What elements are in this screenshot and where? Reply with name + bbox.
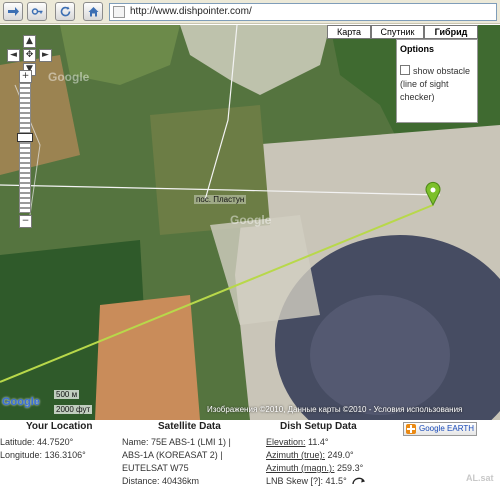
azimuth-magn-value: 259.3°	[337, 463, 364, 473]
pan-right-button[interactable]: ►	[39, 49, 52, 62]
browser-toolbar: http://www.dishpointer.com/	[0, 0, 500, 24]
pan-left-button[interactable]: ◄	[7, 49, 20, 62]
map-watermark: Google	[48, 70, 90, 84]
elevation-row: Elevation: 11.4°	[266, 436, 367, 449]
map-type-hybrid[interactable]: Гибрид	[424, 25, 478, 39]
pan-center-button[interactable]: ✥	[23, 49, 36, 62]
map-copyright[interactable]: Изображения ©2010, Данные карты ©2010 - …	[207, 405, 462, 414]
longitude-label: Longitude:	[0, 450, 43, 460]
arrow-right-icon	[8, 7, 19, 16]
home-icon	[88, 7, 99, 17]
azimuth-true-label[interactable]: Azimuth (true):	[266, 450, 325, 460]
show-obstacle-option[interactable]: show obstacle (line of sight checker)	[400, 65, 474, 104]
elevation-value: 11.4°	[308, 437, 329, 447]
zoom-slider-track[interactable]	[19, 83, 31, 213]
location-panel: Your Location Latitude: 44.7520° Longitu…	[0, 421, 92, 462]
map-view[interactable]: ▲ ◄ ✥ ► ▼ + − Карта Спутник Гибрид Optio…	[0, 25, 500, 420]
satellite-distance: Distance: 40436km	[122, 476, 200, 486]
dish-setup-panel: Dish Setup Data Elevation: 11.4° Azimuth…	[266, 421, 367, 488]
google-logo-text: Google	[2, 396, 40, 408]
satellite-heading: Satellite Data	[158, 421, 221, 432]
key-icon	[31, 8, 43, 15]
options-title: Options	[400, 44, 434, 54]
longitude-row: Longitude: 136.3106°	[0, 449, 92, 462]
show-obstacle-label: show obstacle (line of sight checker)	[400, 66, 471, 102]
scale-metric: 500 м	[54, 390, 80, 399]
map-type-map[interactable]: Карта	[327, 25, 371, 39]
azimuth-true-row: Azimuth (true): 249.0°	[266, 449, 367, 462]
page-icon	[113, 6, 125, 18]
pan-up-button[interactable]: ▲	[23, 35, 36, 48]
zoom-slider-handle[interactable]	[17, 133, 33, 142]
latitude-value: 44.7520°	[37, 437, 74, 447]
address-bar[interactable]: http://www.dishpointer.com/	[109, 3, 497, 21]
dish-heading: Dish Setup Data	[280, 421, 357, 432]
map-scale: 500 м 2000 фут	[54, 390, 104, 414]
longitude-value: 136.3106°	[44, 450, 86, 460]
elevation-label[interactable]: Elevation:	[266, 437, 306, 447]
town-label: пос. Пластун	[194, 195, 247, 204]
satellite-name-line: EUTELSAT W75	[122, 463, 189, 473]
satellite-name-line: ABS-1A (KOREASAT 2) |	[122, 450, 223, 460]
latitude-label: Latitude:	[0, 437, 35, 447]
location-heading: Your Location	[26, 421, 93, 432]
key-button[interactable]	[27, 2, 47, 21]
corner-watermark: AL.sat	[466, 473, 494, 483]
plus-icon	[406, 424, 416, 434]
google-logo[interactable]: Google	[2, 396, 40, 408]
satellite-panel: Satellite Data Name: 75E ABS-1 (LMI 1) |…	[122, 421, 231, 488]
lnb-skew-row: LNB Skew [?]: 41.5°	[266, 475, 367, 488]
options-panel: Options show obstacle (line of sight che…	[396, 39, 478, 123]
google-earth-button[interactable]: Google EARTH	[403, 422, 477, 436]
url-text: http://www.dishpointer.com/	[130, 6, 252, 17]
azimuth-magn-row: Azimuth (magn.): 259.3°	[266, 462, 367, 475]
map-type-switcher: Карта Спутник Гибрид	[327, 25, 478, 39]
reload-icon	[60, 6, 71, 17]
zoom-in-button[interactable]: +	[19, 70, 32, 83]
home-button[interactable]	[83, 2, 103, 21]
pan-control: ▲ ◄ ✥ ► ▼	[3, 35, 59, 76]
map-watermark: Google	[230, 213, 272, 227]
latitude-row: Latitude: 44.7520°	[0, 436, 92, 449]
satellite-name-line: Name: 75E ABS-1 (LMI 1) |	[122, 437, 231, 447]
show-obstacle-checkbox[interactable]	[400, 65, 410, 75]
google-earth-label: Google EARTH	[419, 424, 474, 433]
forward-button[interactable]	[3, 2, 23, 21]
lnb-skew-label[interactable]: LNB Skew [?]:	[266, 476, 323, 486]
map-type-satellite[interactable]: Спутник	[371, 25, 424, 39]
scale-imperial: 2000 фут	[54, 405, 93, 414]
azimuth-true-value: 249.0°	[327, 450, 354, 460]
rotate-arrow-icon	[352, 477, 366, 485]
reload-button[interactable]	[55, 2, 75, 21]
zoom-out-button[interactable]: −	[19, 215, 32, 228]
lnb-skew-value: 41.5°	[325, 476, 347, 486]
azimuth-magn-label[interactable]: Azimuth (magn.):	[266, 463, 335, 473]
